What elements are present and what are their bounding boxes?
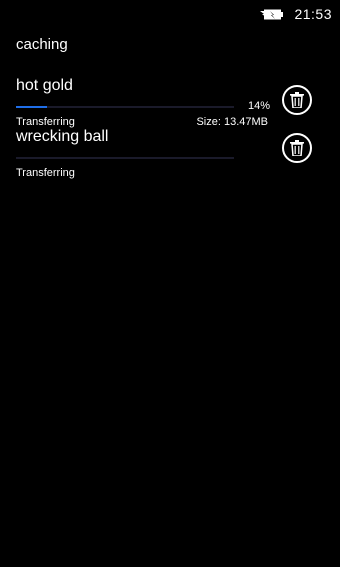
delete-button[interactable] bbox=[282, 85, 312, 115]
progress-fill bbox=[16, 106, 47, 108]
transfer-status: Transferring bbox=[16, 167, 75, 179]
page-title: caching bbox=[16, 36, 68, 53]
trash-icon bbox=[290, 140, 304, 156]
download-item: wrecking ball Transferring bbox=[16, 127, 326, 181]
progress-percent: 14% bbox=[247, 100, 270, 112]
download-name: hot gold bbox=[16, 77, 73, 94]
info-row: Transferring bbox=[16, 167, 270, 181]
clock: 21:53 bbox=[294, 6, 332, 22]
progress-bar bbox=[16, 157, 234, 159]
download-name: wrecking ball bbox=[16, 128, 109, 145]
download-item: hot gold 14% Transferring Size: 13.47MB bbox=[16, 76, 326, 130]
battery-charging-icon bbox=[260, 9, 284, 19]
progress-row bbox=[16, 151, 272, 165]
screen: 21:53 caching hot gold 14% Transferring … bbox=[0, 0, 340, 567]
progress-bar bbox=[16, 106, 234, 108]
trash-icon bbox=[290, 92, 304, 108]
progress-row: 14% bbox=[16, 100, 272, 114]
status-bar: 21:53 bbox=[260, 0, 340, 26]
delete-button[interactable] bbox=[282, 133, 312, 163]
